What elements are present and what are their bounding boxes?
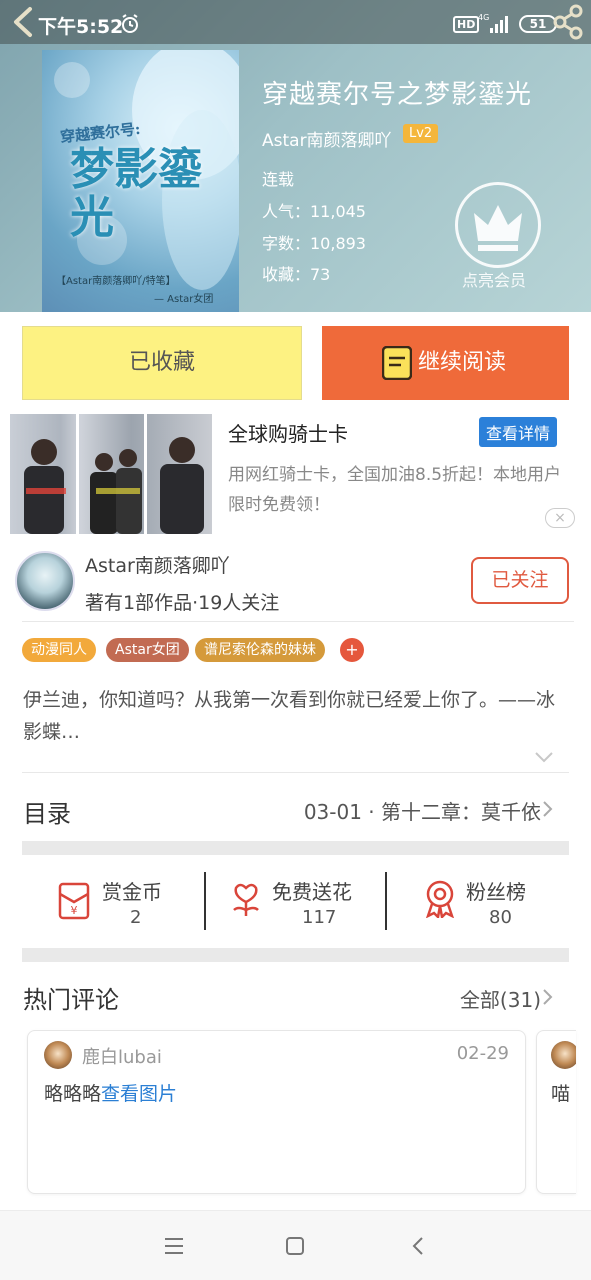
ad-detail-button[interactable]: 查看详情 [479, 417, 558, 447]
comment-text: 略略略查看图片 [44, 1079, 177, 1106]
ad-image[interactable] [10, 414, 212, 534]
stat-flower-label[interactable]: 免费送花 [272, 876, 352, 905]
comment-avatar[interactable] [44, 1041, 72, 1069]
book-word-count: 字数：10,893 [262, 234, 366, 253]
ad-description[interactable]: 用网红骑士卡，全国加油8.5折起！本地用户限时免费领！ [228, 460, 573, 520]
directory-label[interactable]: 目录 [23, 794, 71, 829]
comment-text-peek: 喵 [551, 1083, 571, 1105]
stat-flower-value: 117 [302, 907, 337, 928]
back-nav-icon[interactable] [407, 1235, 431, 1257]
book-header: 下午5:52 HD 4G 51 穿越赛尔号: 梦影鎏光 【Astar南颜落卿吖/… [0, 0, 591, 312]
ad-title[interactable]: 全球购骑士卡 [228, 418, 348, 447]
status-bar: 下午5:52 HD 4G 51 [0, 0, 591, 44]
book-intro[interactable]: 伊兰迪，你知道吗？从我第一次看到你就已经爱上你了。——冰影蝶… [23, 684, 573, 748]
system-nav-bar [0, 1210, 591, 1280]
comment-body: 略略略 [44, 1083, 102, 1105]
chevron-right-icon[interactable] [541, 988, 553, 1006]
book-cover[interactable]: 穿越赛尔号: 梦影鎏光 【Astar南颜落卿吖/特笔】 — Astar女团 [42, 50, 239, 312]
favorited-button[interactable]: 已收藏 [22, 326, 302, 400]
stat-reward-label[interactable]: 赏金币 [102, 876, 162, 905]
book-favorites: 收藏：73 [262, 265, 331, 284]
status-time: 下午5:52 [38, 16, 124, 38]
ad-close-button[interactable]: × [545, 508, 575, 528]
tag-sister[interactable]: 谱尼索伦森的妹妹 [195, 638, 325, 662]
cover-main-text: 梦影鎏光 [70, 144, 202, 243]
home-icon[interactable] [283, 1235, 307, 1257]
section-divider [22, 841, 569, 855]
comment-avatar[interactable] [551, 1041, 576, 1069]
red-envelope-icon[interactable]: ¥ [54, 880, 94, 920]
hd-icon: HD [453, 16, 480, 33]
cover-signature: — Astar女团 [154, 294, 214, 305]
stat-separator [204, 872, 206, 930]
continue-reading-label: 继续阅读 [418, 350, 507, 375]
menu-icon[interactable] [162, 1235, 186, 1257]
svg-text:¥: ¥ [71, 904, 78, 917]
comment-card[interactable]: 鹿白lubai 02-29 略略略查看图片 [27, 1030, 526, 1194]
hot-comments-label: 热门评论 [23, 986, 119, 1014]
section-divider [22, 948, 569, 962]
follow-button[interactable]: 已关注 [471, 557, 569, 604]
book-popularity: 人气：11,045 [262, 202, 366, 221]
all-comments-link[interactable]: 全部(31) [460, 984, 541, 1013]
view-image-link[interactable]: 查看图片 [101, 1083, 177, 1105]
flower-icon[interactable] [226, 878, 266, 918]
author-works: 著有1部作品·19人关注 [85, 592, 280, 614]
crown-icon [474, 205, 522, 251]
chevron-right-icon[interactable] [541, 800, 553, 818]
add-tag-button[interactable]: + [340, 638, 364, 662]
comment-card-next[interactable]: 喵 [536, 1030, 576, 1194]
medal-icon[interactable] [420, 878, 460, 918]
stat-reward-value: 2 [130, 907, 142, 928]
book-status: 连载 [262, 170, 295, 189]
tag-astar-team[interactable]: Astar女团 [106, 638, 189, 662]
comment-date: 02-29 [456, 1043, 509, 1064]
book-icon [382, 346, 412, 380]
share-icon[interactable] [552, 4, 584, 40]
network-type: 4G [478, 13, 489, 22]
ad-photo [24, 414, 204, 534]
divider [22, 621, 574, 622]
author-level-badge: Lv2 [403, 124, 439, 143]
alarm-icon [122, 14, 138, 33]
chevron-down-icon[interactable] [534, 750, 554, 764]
divider [22, 772, 569, 773]
vip-button[interactable] [455, 182, 541, 268]
author-avatar[interactable] [15, 551, 75, 611]
continue-reading-button[interactable]: 继续阅读 [322, 326, 569, 400]
signal-icon: 4G [478, 13, 508, 33]
back-icon[interactable] [10, 6, 36, 38]
vip-label[interactable]: 点亮会员 [462, 267, 526, 291]
stat-fans-value: 80 [489, 907, 512, 928]
author-name[interactable]: Astar南颜落卿吖 [85, 551, 230, 578]
book-author[interactable]: Astar南颜落卿吖 [262, 126, 392, 151]
cover-byline: 【Astar南颜落卿吖/特笔】 [56, 276, 176, 287]
book-title: 穿越赛尔号之梦影鎏光 [262, 80, 533, 110]
stat-separator [385, 872, 387, 930]
latest-chapter[interactable]: 03-01 · 第十二章：莫千依 [304, 796, 541, 825]
tag-anime-fanfic[interactable]: 动漫同人 [22, 638, 96, 662]
stat-fans-label[interactable]: 粉丝榜 [466, 876, 526, 905]
comment-user[interactable]: 鹿白lubai [82, 1043, 162, 1069]
